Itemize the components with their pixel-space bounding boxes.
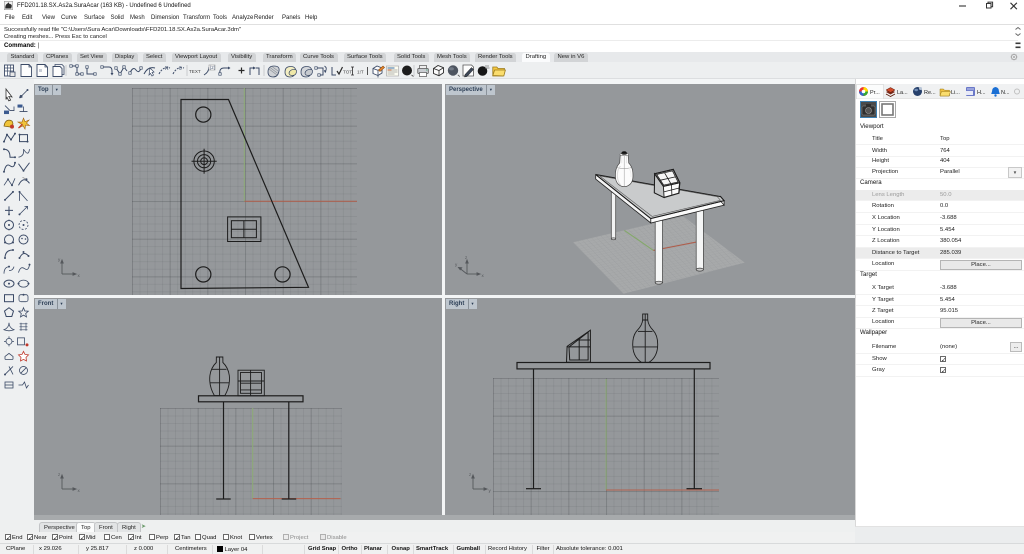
svg-text:La...: La... — [897, 90, 908, 96]
svg-text:y: y — [489, 488, 492, 493]
svg-text:z: z — [465, 255, 468, 260]
svg-text:x: x — [78, 488, 81, 493]
svg-text:z: z — [469, 472, 472, 477]
svg-text:Li...: Li... — [951, 90, 960, 96]
svg-text:z: z — [58, 472, 61, 477]
svg-text:TEXT: TEXT — [189, 69, 201, 74]
svg-text:N...: N... — [1001, 90, 1010, 96]
svg-text:Pr...: Pr... — [870, 90, 880, 96]
svg-text:1!T: 1!T — [357, 70, 364, 75]
svg-text:y: y — [455, 262, 458, 267]
svg-text:y: y — [58, 257, 61, 262]
svg-text:0: 0 — [179, 66, 182, 72]
svg-text:R: R — [165, 66, 169, 72]
svg-text:TOT: TOT — [343, 70, 352, 75]
svg-text:H...: H... — [977, 90, 986, 96]
svg-text:x: x — [78, 273, 81, 278]
svg-text:(2): (2) — [210, 65, 216, 70]
svg-text:x: x — [482, 273, 485, 278]
svg-text:Re...: Re... — [924, 90, 936, 96]
